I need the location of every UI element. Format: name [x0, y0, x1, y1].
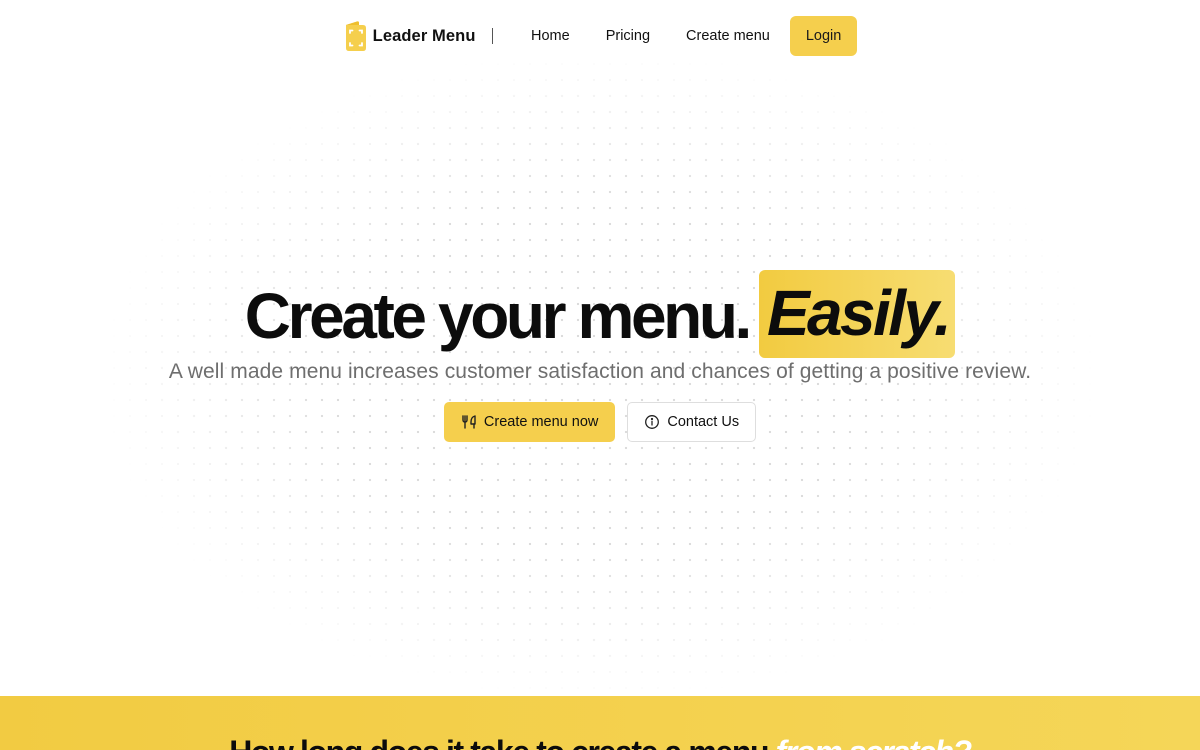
hero-subtitle: A well made menu increases customer sati… [168, 360, 1032, 383]
hero-title-text: Create your menu. [244, 280, 753, 352]
login-button[interactable]: Login [789, 16, 858, 56]
section-title-accent: from scratch? [776, 734, 973, 750]
navbar: Leader Menu Home Pricing Create menu Log… [0, 16, 1200, 56]
brand[interactable]: Leader Menu [343, 20, 476, 52]
hero-actions: Create menu now Contact Us [443, 402, 757, 442]
info-circle-icon [644, 414, 660, 430]
brand-name: Leader Menu [372, 26, 476, 45]
nav-pricing-link[interactable]: Pricing [588, 18, 668, 54]
hero-title: Create your menu. Easily. [244, 270, 956, 358]
contact-us-label: Contact Us [667, 414, 740, 430]
create-menu-now-button[interactable]: Create menu now [443, 402, 616, 442]
landing-page: Leader Menu Home Pricing Create menu Log… [0, 0, 1200, 750]
fork-knife-icon [461, 414, 477, 430]
nav-create-menu-link[interactable]: Create menu [668, 18, 788, 54]
contact-us-button[interactable]: Contact Us [627, 402, 757, 442]
how-long-section: How long does it take to create a menu f… [0, 696, 1200, 750]
hero-section: Create your menu. Easily. A well made me… [0, 270, 1200, 442]
section-title-text: How long does it take to create a menu [229, 734, 775, 750]
hero-title-highlight: Easily. [758, 270, 956, 358]
nav-home-link[interactable]: Home [513, 18, 588, 54]
section-title: How long does it take to create a menu f… [229, 734, 973, 750]
brand-divider [491, 28, 494, 44]
create-menu-now-label: Create menu now [483, 414, 599, 430]
menu-card-icon [343, 20, 367, 52]
